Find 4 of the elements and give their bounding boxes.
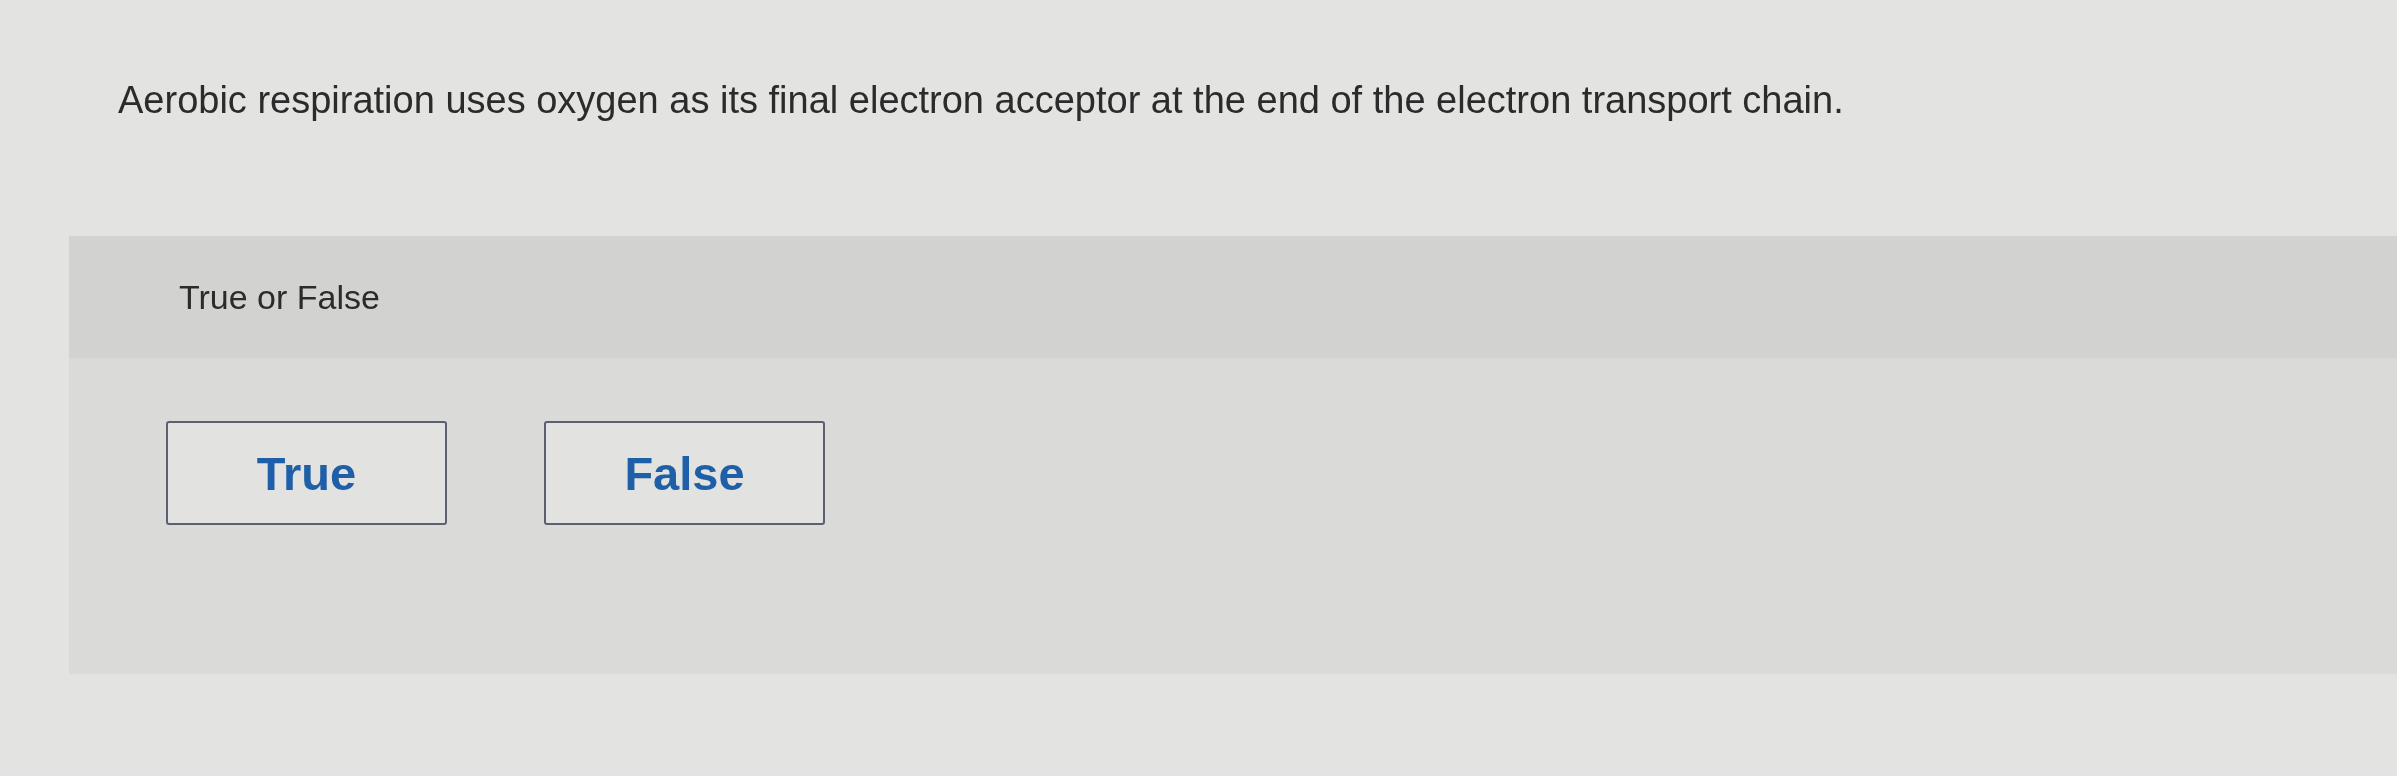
- answer-option-button[interactable]: False: [544, 421, 825, 525]
- question-text: Aerobic respiration uses oxygen as its final electron acceptor at the end of the electron transport chain.: [118, 78, 1845, 122]
- answer-option-button[interactable]: True: [166, 421, 447, 525]
- answer-prompt: True or False: [179, 277, 380, 317]
